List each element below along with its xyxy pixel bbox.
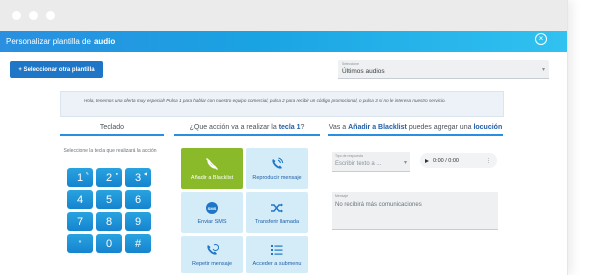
keypad-key-label: 3 [134,171,142,184]
key-badge-icon: ✎ [85,171,89,176]
actions-heading-prefix: ¿Que acción va a realizar la [189,124,277,131]
template-select-value: Últimos audios [342,68,385,75]
action-tile-send-sms[interactable]: SMS Enviar SMS [181,192,243,233]
actions-heading-key: tecla 1 [278,124,301,131]
keypad-key-0[interactable]: 0 [96,234,122,253]
keypad-key-1[interactable]: 1 ✎ [67,168,93,187]
audio-player[interactable]: 0:00 / 0:00 ⋮ [420,153,497,168]
template-select[interactable]: Seleccione Últimos audios ▾ [338,60,549,79]
stage: Personalizar plantilla de audio × + Sele… [0,0,600,275]
key-badge-icon: ◀ [143,171,147,176]
window-chrome [0,0,567,31]
response-type-value: Escribir texto a ... [335,161,382,167]
template-select-label: Seleccione [342,62,360,66]
keypad-key-star[interactable]: * [67,234,93,253]
keypad-key-5[interactable]: 5 [96,190,122,209]
window-dot[interactable] [46,11,55,20]
keypad-key-label: 4 [76,193,84,206]
phone-repeat-icon [205,243,219,257]
blacklist-heading-locution: locución [473,124,503,131]
list-icon [270,243,284,257]
action-tile-label: Reproducir mensaje [252,174,302,181]
keypad-key-label: # [134,237,142,250]
keyboard-hint: Seleccione la tecla que realizará la acc… [63,148,157,154]
chevron-down-icon: ▾ [541,67,545,73]
close-icon[interactable]: × [535,33,547,45]
phone-volume-icon [270,157,284,171]
message-field-value: No recibirá más comunicaciones [335,202,422,208]
blacklist-heading-underline [328,134,503,136]
action-tile-play-message[interactable]: Reproducir mensaje [246,148,308,189]
action-tile-repeat-message[interactable]: Repetir mensaje [181,236,243,273]
blacklist-heading: Vas a Añadir a Blacklist puedes agregar … [328,124,503,131]
keypad-key-label: 9 [134,215,142,228]
play-icon[interactable] [425,158,429,163]
phone-blocked-icon [205,157,219,171]
response-type-label: Tipo de respuesta [335,154,363,158]
actions-heading: ¿Que acción va a realizar la tecla 1? [174,124,320,131]
action-tile-label: Añadir a Blacklist [190,174,234,181]
actions-heading-suffix: ? [300,124,305,131]
key-badge-icon: ● [115,171,118,176]
keypad-key-4[interactable]: 4 [67,190,93,209]
more-options-icon[interactable]: ⋮ [486,158,491,164]
keypad-key-label: 6 [134,193,142,206]
window-dot[interactable] [12,11,21,20]
keypad-key-label: 7 [76,215,84,228]
message-field-label: Mensaje [335,194,349,198]
keypad-key-hash[interactable]: # [125,234,151,253]
keypad-key-label: 8 [105,215,113,228]
message-field[interactable]: Mensaje No recibirá más comunicaciones [332,192,498,230]
blacklist-heading-middle: puedes agregar una [408,124,472,131]
action-tile-transfer-call[interactable]: Transferir llamada [246,192,308,233]
window-dot[interactable] [29,11,38,20]
app-window: Personalizar plantilla de audio × + Sele… [0,0,568,275]
response-type-select[interactable]: Tipo de respuesta Escribir texto a ... ▾ [332,152,410,172]
keypad-key-label: 5 [105,193,113,206]
keypad-key-label: 0 [105,237,113,250]
keypad-key-7[interactable]: 7 [67,212,93,231]
keypad-key-2[interactable]: 2 ● [96,168,122,187]
audio-time: 0:00 / 0:00 [433,157,459,164]
action-tile-label: Enviar SMS [197,218,227,225]
action-grid: Añadir a Blacklist Reproducir mensaje SM… [181,148,311,273]
shuffle-icon [270,201,284,215]
keypad-key-8[interactable]: 8 [96,212,122,231]
sms-icon: SMS [205,201,219,215]
action-tile-blacklist[interactable]: Añadir a Blacklist [181,148,243,189]
blacklist-heading-prefix: Vas a [328,124,347,131]
dialog-title-emphasis: audio [93,37,116,46]
action-tile-label: Transferir llamada [254,218,300,225]
chevron-down-icon: ▾ [403,160,407,166]
action-tile-submenu[interactable]: Acceder a submenu [246,236,308,273]
keyboard-heading-underline [60,134,164,136]
dialog-title-prefix: Personalizar plantilla de [6,37,91,46]
keypad-key-6[interactable]: 6 [125,190,151,209]
action-tile-label: Acceder a submenu [252,260,302,267]
keypad-key-label: 1 [76,171,84,184]
action-tile-label: Repetir mensaje [191,260,233,267]
keyboard-heading-text: Teclado [99,124,125,131]
keypad: 1 ✎ 2 ● 3 ◀ 4 5 6 7 8 9 * 0 # [67,168,157,253]
svg-text:SMS: SMS [208,206,217,211]
script-info-box: Hola, tenemos una oferta muy especial! P… [60,91,504,117]
keypad-key-label: * [78,240,82,247]
keyboard-heading: Teclado [60,124,164,131]
blacklist-heading-action: Añadir a Blacklist [348,124,407,131]
keypad-key-3[interactable]: 3 ◀ [125,168,151,187]
select-template-button[interactable]: + Seleccionar otra plantilla [10,61,103,78]
actions-heading-underline [174,134,320,136]
dialog-titlebar: Personalizar plantilla de audio × [0,31,567,52]
keypad-key-9[interactable]: 9 [125,212,151,231]
script-info-text: Hola, tenemos una oferta muy especial! P… [84,98,446,103]
keypad-key-label: 2 [105,171,113,184]
